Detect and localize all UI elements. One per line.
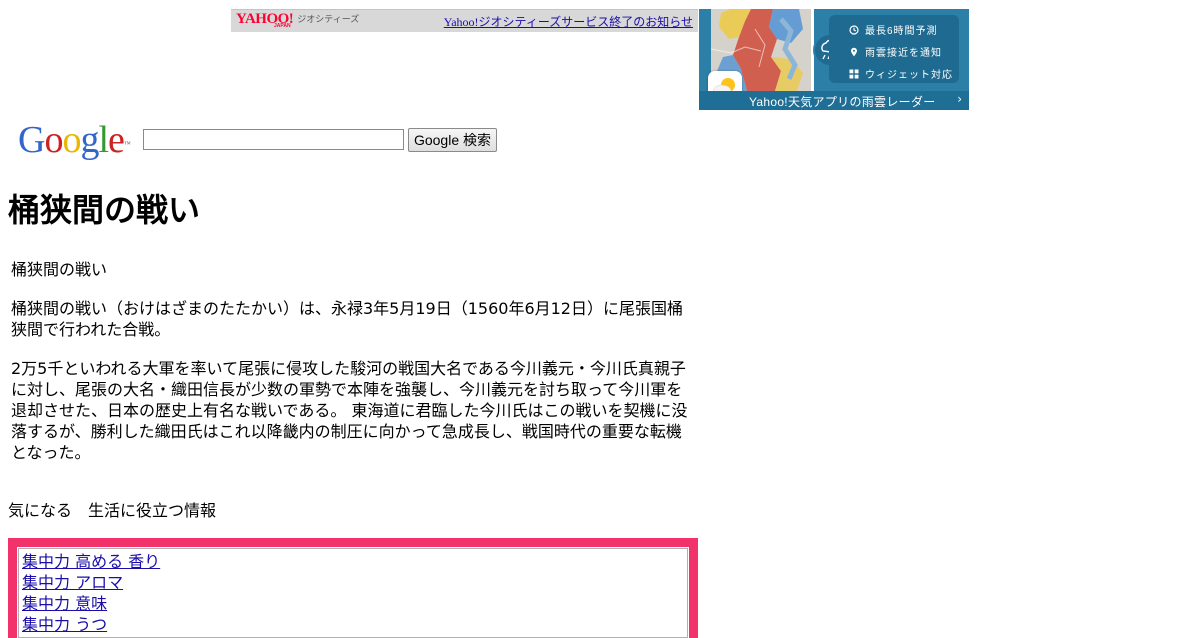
- related-link[interactable]: 集中力 アロマ: [22, 572, 684, 593]
- related-links-list: 集中力 高める 香り 集中力 アロマ 集中力 意味 集中力 うつ: [17, 547, 689, 638]
- ad-cta-bar[interactable]: Yahoo!天気アプリの雨雲レーダー ›: [699, 91, 969, 110]
- geocities-banner: YAHOO! JAPAN ジオシティーズ Yahoo!ジオシティーズサービス終了…: [231, 9, 698, 32]
- google-search-input[interactable]: [143, 129, 404, 150]
- info-section-label: 気になる 生活に役立つ情報: [8, 501, 217, 520]
- ad-feature-widget: ウィジェット対応: [849, 66, 953, 81]
- geocities-label: ジオシティーズ: [297, 14, 360, 24]
- article-paragraph: 2万5千といわれる大軍を率いて尾張に侵攻した駿河の戦国大名である今川義元・今川氏…: [11, 359, 688, 462]
- related-link[interactable]: 集中力 うつ: [22, 614, 684, 635]
- yahoo-japan-text: JAPAN: [274, 23, 291, 29]
- ad-feature-list: 最長6時間予測 雨雲接近を通知 ウィジェット対応: [829, 15, 959, 83]
- article-body: 桶狭間の戦い 桶狭間の戦い（おけはざまのたたかい）は、永禄3年5月19日（156…: [11, 259, 697, 481]
- page-title: 桶狭間の戦い: [8, 191, 201, 229]
- ad-feature-forecast: 最長6時間予測: [849, 22, 938, 37]
- weather-app-ad[interactable]: YAHOO! 最長6時間予測 雨雲接近を通知: [699, 9, 969, 110]
- chevron-right-icon: ›: [957, 92, 962, 106]
- clock-icon: [849, 24, 859, 35]
- ad-feature-notify: 雨雲接近を通知: [849, 44, 942, 59]
- related-link[interactable]: 集中力 意味: [22, 593, 684, 614]
- article-subtitle: 桶狭間の戦い: [11, 260, 108, 279]
- location-pin-icon: [851, 47, 857, 56]
- related-link[interactable]: 集中力 高める 香り: [22, 551, 684, 572]
- google-logo[interactable]: Google™: [18, 118, 132, 162]
- service-end-notice-link[interactable]: Yahoo!ジオシティーズサービス終了のお知らせ: [444, 13, 693, 30]
- article-paragraph: 桶狭間の戦い（おけはざまのたたかい）は、永禄3年5月19日（1560年6月12日…: [11, 299, 683, 339]
- widget-grid-icon: [849, 69, 859, 78]
- ad-cta-text: Yahoo!天気アプリの雨雲レーダー: [749, 95, 936, 109]
- yahoo-geocities-logo[interactable]: YAHOO! JAPAN ジオシティーズ: [236, 12, 359, 30]
- related-links-box: 集中力 高める 香り 集中力 アロマ 集中力 意味 集中力 うつ: [8, 538, 698, 638]
- google-search-button[interactable]: Google 検索: [408, 128, 497, 152]
